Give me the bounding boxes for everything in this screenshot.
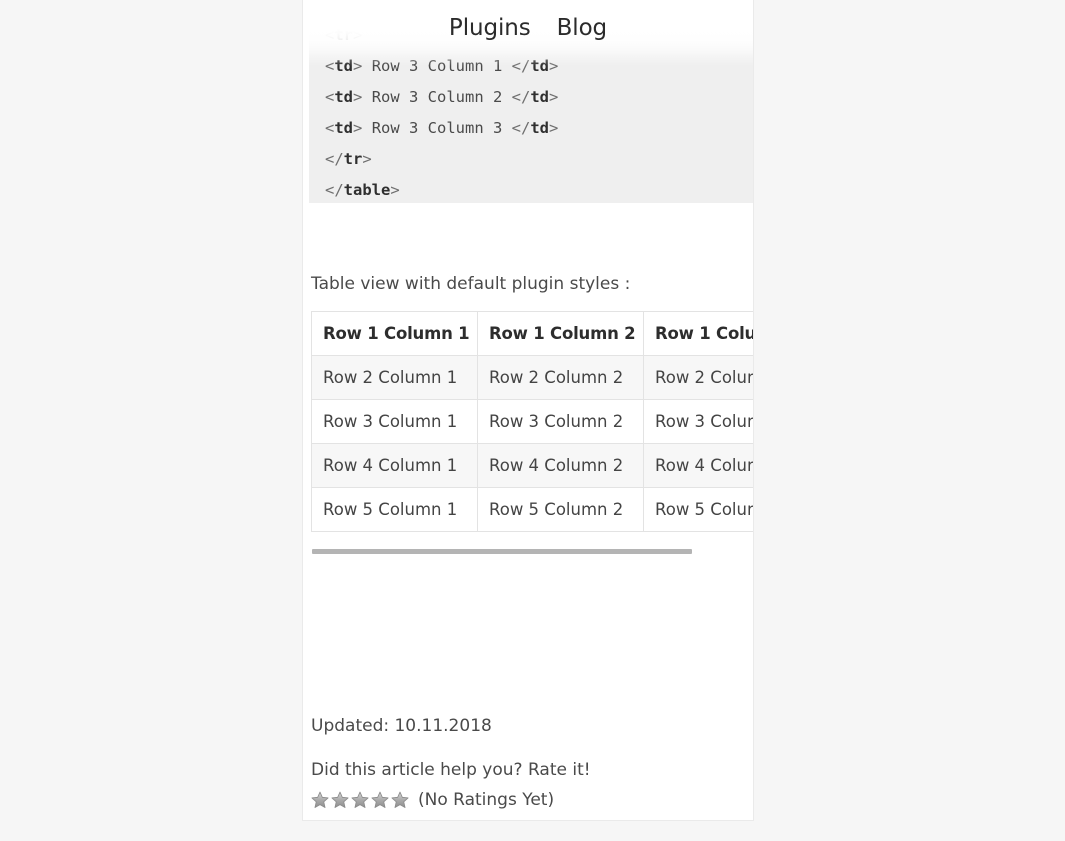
code-line: </table>: [309, 175, 753, 203]
code-token-punc: <: [325, 88, 335, 106]
code-token-tag: td: [334, 88, 354, 106]
code-token-tag: td: [334, 119, 354, 137]
code-token-tag: td: [530, 119, 550, 137]
code-token-punc: >: [353, 57, 363, 75]
nav-link-plugins[interactable]: Plugins: [447, 15, 533, 42]
code-token-txt: Row 3 Column 2: [362, 88, 512, 106]
table-body: Row 2 Column 1Row 2 Column 2Row 2 Column…: [311, 355, 753, 532]
table-cell: Row 2 Column 1: [311, 355, 478, 400]
code-token-punc: >: [353, 88, 363, 106]
table-cell: Row 2 Column 3: [643, 355, 753, 400]
code-token-tag: tr: [334, 26, 354, 44]
table-cell: Row 4 Column 1: [311, 443, 478, 488]
code-line: </tr>: [309, 144, 753, 175]
updated-date: Updated: 10.11.2018: [311, 716, 492, 736]
table-header-cell: Row 1 Column 2: [477, 311, 644, 356]
star-icon[interactable]: [371, 791, 389, 809]
table-cell: Row 2 Column 2: [477, 355, 644, 400]
star-icon[interactable]: [391, 791, 409, 809]
table-cell: Row 3 Column 3: [643, 399, 753, 444]
star-icon[interactable]: [331, 791, 349, 809]
table-row: Row 4 Column 1Row 4 Column 2Row 4 Column…: [311, 443, 753, 488]
table-cell: Row 4 Column 2: [477, 443, 644, 488]
table-row: Row 5 Column 1Row 5 Column 2Row 5 Column…: [311, 487, 753, 532]
table-header-cell: Row 1 Column 3: [643, 311, 753, 356]
code-token-punc: </: [511, 57, 531, 75]
rate-prompt: Did this article help you? Rate it!: [311, 760, 591, 780]
star-rating[interactable]: [311, 791, 411, 809]
code-token-punc: >: [353, 119, 363, 137]
code-token-tag: td: [530, 88, 550, 106]
table-caption: Table view with default plugin styles :: [311, 274, 631, 294]
code-block: <tr> <td> Row 3 Column 1 </td> <td> Row 3 …: [309, 14, 753, 203]
code-token-punc: <: [325, 57, 335, 75]
code-token-txt: Row 3 Column 1: [362, 57, 512, 75]
table-cell: Row 5 Column 2: [477, 487, 644, 532]
star-icon[interactable]: [311, 791, 329, 809]
table-cell: Row 5 Column 1: [311, 487, 478, 532]
code-token-punc: >: [390, 181, 400, 199]
horizontal-scrollbar[interactable]: [312, 548, 753, 557]
article-card: <tr> <td> Row 3 Column 1 </td> <td> Row 3 …: [302, 0, 754, 821]
rating-widget[interactable]: (No Ratings Yet): [311, 788, 554, 812]
table-scroll-container[interactable]: Row 1 Column 1Row 1 Column 2Row 1 Column…: [311, 311, 753, 558]
nav-link-blog[interactable]: Blog: [555, 15, 609, 42]
code-token-punc: >: [362, 150, 372, 168]
code-token-tag: td: [334, 57, 354, 75]
table-row: Row 2 Column 1Row 2 Column 2Row 2 Column…: [311, 355, 753, 400]
code-token-tag: td: [530, 57, 550, 75]
code-token-punc: >: [353, 26, 363, 44]
table-row: Row 3 Column 1Row 3 Column 2Row 3 Column…: [311, 399, 753, 444]
code-token-punc: <: [325, 119, 335, 137]
code-token-tag: tr: [343, 150, 363, 168]
table-cell: Row 5 Column 3: [643, 487, 753, 532]
code-line: <td> Row 3 Column 1 </td>: [309, 51, 753, 82]
star-icon[interactable]: [351, 791, 369, 809]
styled-data-table: Row 1 Column 1Row 1 Column 2Row 1 Column…: [311, 311, 753, 532]
code-token-punc: </: [511, 119, 531, 137]
code-token-punc: >: [549, 88, 559, 106]
code-token-punc: </: [325, 181, 344, 199]
ratings-count-label: (No Ratings Yet): [418, 790, 555, 810]
code-line: <td> Row 3 Column 2 </td>: [309, 82, 753, 113]
table-cell: Row 4 Column 3: [643, 443, 753, 488]
table-header-cell: Row 1 Column 1: [311, 311, 478, 356]
code-token-punc: >: [549, 119, 559, 137]
code-token-punc: >: [549, 57, 559, 75]
code-token-punc: </: [325, 150, 344, 168]
table-cell: Row 3 Column 2: [477, 399, 644, 444]
table-cell: Row 3 Column 1: [311, 399, 478, 444]
article-content: <tr> <td> Row 3 Column 1 </td> <td> Row 3 …: [303, 0, 753, 820]
code-line: <td> Row 3 Column 3 </td>: [309, 113, 753, 144]
table-header-row: Row 1 Column 1Row 1 Column 2Row 1 Column…: [311, 311, 753, 356]
code-token-punc: </: [511, 88, 531, 106]
table-head: Row 1 Column 1Row 1 Column 2Row 1 Column…: [311, 311, 753, 356]
scrollbar-thumb[interactable]: [312, 549, 692, 554]
code-token-txt: Row 3 Column 3: [362, 119, 512, 137]
code-token-tag: table: [343, 181, 391, 199]
code-lines: <tr> <td> Row 3 Column 1 </td> <td> Row 3 …: [309, 20, 753, 203]
code-token-punc: <: [325, 26, 335, 44]
